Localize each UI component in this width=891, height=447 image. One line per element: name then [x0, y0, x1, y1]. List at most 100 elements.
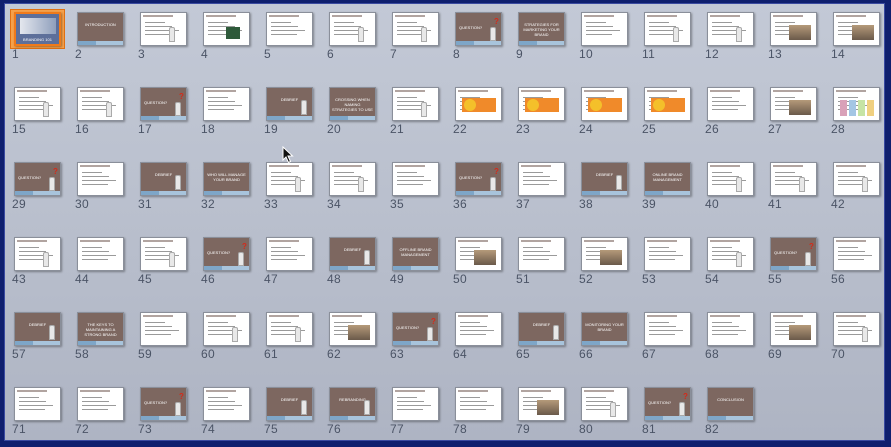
slide-thumbnail[interactable]: [833, 12, 880, 46]
slide-thumbnail[interactable]: [833, 237, 880, 271]
text-line: [208, 22, 228, 23]
slide-thumbnail[interactable]: [455, 312, 502, 346]
slide-thumbnail[interactable]: [140, 312, 187, 346]
slide-thumbnail[interactable]: [770, 162, 817, 196]
slide-thumbnail[interactable]: [581, 12, 628, 46]
slide-thumbnail[interactable]: DEBRIEF: [140, 162, 187, 196]
slide-thumbnail[interactable]: INTRODUCTION: [77, 12, 124, 46]
slide-thumbnail[interactable]: [707, 12, 754, 46]
slide-thumbnail[interactable]: [833, 87, 880, 121]
slide-thumbnail[interactable]: [329, 312, 376, 346]
slide-thumbnail[interactable]: QUESTION??: [455, 12, 502, 46]
slide-title: CROSSING WHEN NAMING STRATEGIES TO USE: [332, 97, 373, 112]
text-line: [208, 409, 234, 410]
slide-thumbnail[interactable]: [707, 87, 754, 121]
slide-thumbnail[interactable]: [518, 237, 565, 271]
slide-thumbnail[interactable]: QUESTION??: [392, 312, 439, 346]
slide-thumbnail[interactable]: [140, 12, 187, 46]
slide-thumbnail[interactable]: THE KEYS TO MAINTAINING A STRONG BRAND: [77, 312, 124, 346]
slide-thumbnail[interactable]: [581, 87, 628, 121]
slide-thumbnail[interactable]: QUESTION??: [203, 237, 250, 271]
slide-thumbnail[interactable]: [392, 12, 439, 46]
slide-number: 3: [138, 47, 145, 61]
slide-thumbnail[interactable]: DEBRIEF: [266, 87, 313, 121]
slide-thumbnail[interactable]: [392, 162, 439, 196]
slide-thumbnail[interactable]: [518, 387, 565, 421]
slide-thumbnail[interactable]: DEBRIEF: [581, 162, 628, 196]
slide-thumbnail[interactable]: [644, 87, 691, 121]
chalkboard-image: [226, 27, 240, 39]
slide-thumbnail[interactable]: [77, 237, 124, 271]
slide-thumbnail[interactable]: [581, 387, 628, 421]
slide-thumbnail[interactable]: [707, 312, 754, 346]
slide-thumbnail[interactable]: REBRANDING: [329, 387, 376, 421]
slide-thumbnail[interactable]: [833, 162, 880, 196]
slide-number: 7: [390, 47, 397, 61]
slide-thumbnail[interactable]: [203, 87, 250, 121]
slide-thumbnail[interactable]: [77, 87, 124, 121]
slide-thumbnail[interactable]: QUESTION??: [455, 162, 502, 196]
slide-thumbnail[interactable]: DEBRIEF: [266, 387, 313, 421]
slide-thumbnail[interactable]: [203, 387, 250, 421]
slide-number: 54: [705, 272, 719, 286]
slide-thumbnail[interactable]: [140, 237, 187, 271]
slide-thumbnail[interactable]: [707, 162, 754, 196]
slide-thumbnail[interactable]: [266, 12, 313, 46]
slide-thumbnail[interactable]: [518, 162, 565, 196]
slide-title: OFFLINE BRAND MANAGEMENT: [399, 247, 432, 257]
slide-thumbnail[interactable]: OFFLINE BRAND MANAGEMENT: [392, 237, 439, 271]
slide-cell: 3: [133, 7, 196, 77]
slide-number: 42: [831, 197, 845, 211]
slide-thumbnail[interactable]: [77, 387, 124, 421]
slide-cell: 64: [448, 307, 511, 377]
slide-thumbnail[interactable]: [14, 387, 61, 421]
slide-thumbnail[interactable]: [581, 237, 628, 271]
slide-thumbnail[interactable]: [266, 312, 313, 346]
slide-cell: 10: [574, 7, 637, 77]
slide-footer-bar: [519, 41, 564, 45]
slide-thumbnail[interactable]: [14, 87, 61, 121]
slide-thumbnail[interactable]: QUESTION??: [644, 387, 691, 421]
slide-thumbnail[interactable]: [14, 237, 61, 271]
slide-thumbnail[interactable]: DEBRIEF: [14, 312, 61, 346]
photo-image: [852, 25, 874, 40]
slide-header: [332, 15, 362, 17]
slide-thumbnail[interactable]: [770, 12, 817, 46]
slide-thumbnail[interactable]: [770, 87, 817, 121]
text-line: [460, 409, 486, 410]
slide-thumbnail[interactable]: [392, 87, 439, 121]
slide-thumbnail[interactable]: [77, 162, 124, 196]
slide-thumbnail[interactable]: CROSSING WHEN NAMING STRATEGIES TO USE: [329, 87, 376, 121]
slide-thumbnail[interactable]: [266, 237, 313, 271]
slide-thumbnail[interactable]: [203, 312, 250, 346]
text-line: [649, 259, 675, 260]
slide-thumbnail[interactable]: [329, 12, 376, 46]
slide-thumbnail[interactable]: WHO WILL MANAGE YOUR BRAND: [203, 162, 250, 196]
text-line: [460, 330, 494, 331]
slide-thumbnail[interactable]: QUESTION??: [14, 162, 61, 196]
slide-thumbnail[interactable]: [203, 12, 250, 46]
slide-thumbnail[interactable]: CONCLUSION: [707, 387, 754, 421]
slide-thumbnail[interactable]: ONLINE BRAND MANAGEMENT: [644, 162, 691, 196]
slide-thumbnail[interactable]: MONITORING YOUR BRAND: [581, 312, 628, 346]
slide-thumbnail[interactable]: [833, 312, 880, 346]
slide-thumbnail[interactable]: QUESTION??: [140, 87, 187, 121]
slide-thumbnail[interactable]: [266, 162, 313, 196]
slide-thumbnail[interactable]: DEBRIEF: [329, 237, 376, 271]
slide-thumbnail[interactable]: [644, 237, 691, 271]
slide-thumbnail[interactable]: [770, 312, 817, 346]
slide-thumbnail[interactable]: [392, 387, 439, 421]
slide-thumbnail[interactable]: QUESTION??: [140, 387, 187, 421]
slide-thumbnail[interactable]: [518, 87, 565, 121]
slide-thumbnail[interactable]: [455, 87, 502, 121]
slide-thumbnail[interactable]: [455, 387, 502, 421]
slide-thumbnail[interactable]: [644, 12, 691, 46]
slide-thumbnail[interactable]: [329, 162, 376, 196]
slide-thumbnail[interactable]: QUESTION??: [770, 237, 817, 271]
slide-thumbnail[interactable]: BRANDING 101: [14, 12, 61, 46]
slide-thumbnail[interactable]: STRATEGIES FOR MARKETING YOUR BRAND: [518, 12, 565, 46]
slide-thumbnail[interactable]: [644, 312, 691, 346]
slide-thumbnail[interactable]: [455, 237, 502, 271]
slide-thumbnail[interactable]: [707, 237, 754, 271]
slide-thumbnail[interactable]: DEBRIEF: [518, 312, 565, 346]
